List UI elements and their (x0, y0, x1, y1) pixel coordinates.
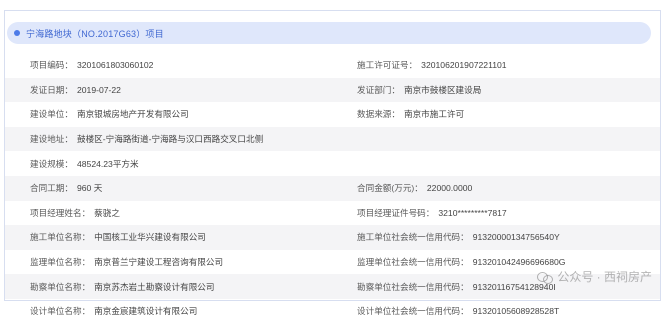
field-construction-address: 建设地址： 鼓楼区-宁海路街道-宁海路与汉口西路交叉口北侧 (30, 134, 264, 145)
watermark-text: 公众号 · 西祠房产 (557, 270, 652, 284)
field-data-source: 数据来源： 南京市施工许可 (357, 109, 465, 120)
project-header: 宁海路地块（NO.2017G63）项目 (7, 22, 651, 44)
table-row: 建设规模： 48524.23平方米 (5, 151, 660, 176)
table-row: 发证日期： 2019-07-22 发证部门： 南京市鼓楼区建设局 (5, 77, 660, 103)
table-row: 建设地址： 鼓楼区-宁海路街道-宁海路与汉口西路交叉口北侧 (5, 126, 660, 152)
table-row: 项目编码： 3201061803060102 施工许可证号： 320106201… (5, 53, 660, 78)
table-row: 项目经理姓名： 蔡骁之 项目经理证件号码： 3210*********7817 (5, 201, 660, 226)
field-contractor-name: 施工单位名称： 中国核工业华兴建设有限公司 (30, 232, 206, 243)
field-supervisor-credit-code: 监理单位社会统一信用代码： 913201042496696680G (357, 257, 566, 268)
field-contract-amount: 合同金额(万元)： 22000.0000 (357, 183, 473, 194)
field-issuing-department: 发证部门： 南京市鼓楼区建设局 (357, 84, 482, 95)
field-project-code: 项目编码： 3201061803060102 (30, 60, 154, 71)
table-row: 建设单位： 南京银城房地产开发有限公司 数据来源： 南京市施工许可 (5, 102, 660, 127)
field-construction-unit: 建设单位： 南京银城房地产开发有限公司 (30, 109, 189, 120)
wechat-icon (537, 271, 554, 284)
table-row: 合同工期： 960 天 合同金额(万元)： 22000.0000 (5, 175, 660, 201)
field-contractor-credit-code: 施工单位社会统一信用代码： 91320000134756540Y (357, 232, 560, 243)
field-contract-duration: 合同工期： 960 天 (30, 183, 103, 194)
field-supervisor-name: 监理单位名称： 南京普兰宁建设工程咨询有限公司 (30, 257, 224, 268)
field-construction-scale: 建设规模： 48524.23平方米 (30, 158, 139, 169)
field-permit-number: 施工许可证号： 320106201907221101 (357, 60, 507, 71)
project-info-card: 宁海路地块（NO.2017G63）项目 项目编码： 32010618030601… (4, 10, 661, 316)
field-survey-unit-name: 勘察单位名称： 南京苏杰岩土勘察设计有限公司 (30, 281, 215, 292)
field-project-manager: 项目经理姓名： 蔡骁之 (30, 207, 120, 218)
field-design-unit-name: 设计单位名称： 南京金宸建筑设计有限公司 (30, 306, 198, 317)
field-manager-id-number: 项目经理证件号码： 3210*********7817 (357, 207, 507, 218)
table-row: 施工单位名称： 中国核工业华兴建设有限公司 施工单位社会统一信用代码： 9132… (5, 225, 660, 250)
watermark: 公众号 · 西祠房产 (537, 268, 652, 285)
field-design-unit-credit-code: 设计单位社会统一信用代码： 91320105608928528T (357, 306, 560, 317)
field-issue-date: 发证日期： 2019-07-22 (30, 84, 121, 95)
bullet-dot-icon (14, 30, 20, 36)
project-title: 宁海路地块（NO.2017G63）项目 (26, 28, 164, 39)
